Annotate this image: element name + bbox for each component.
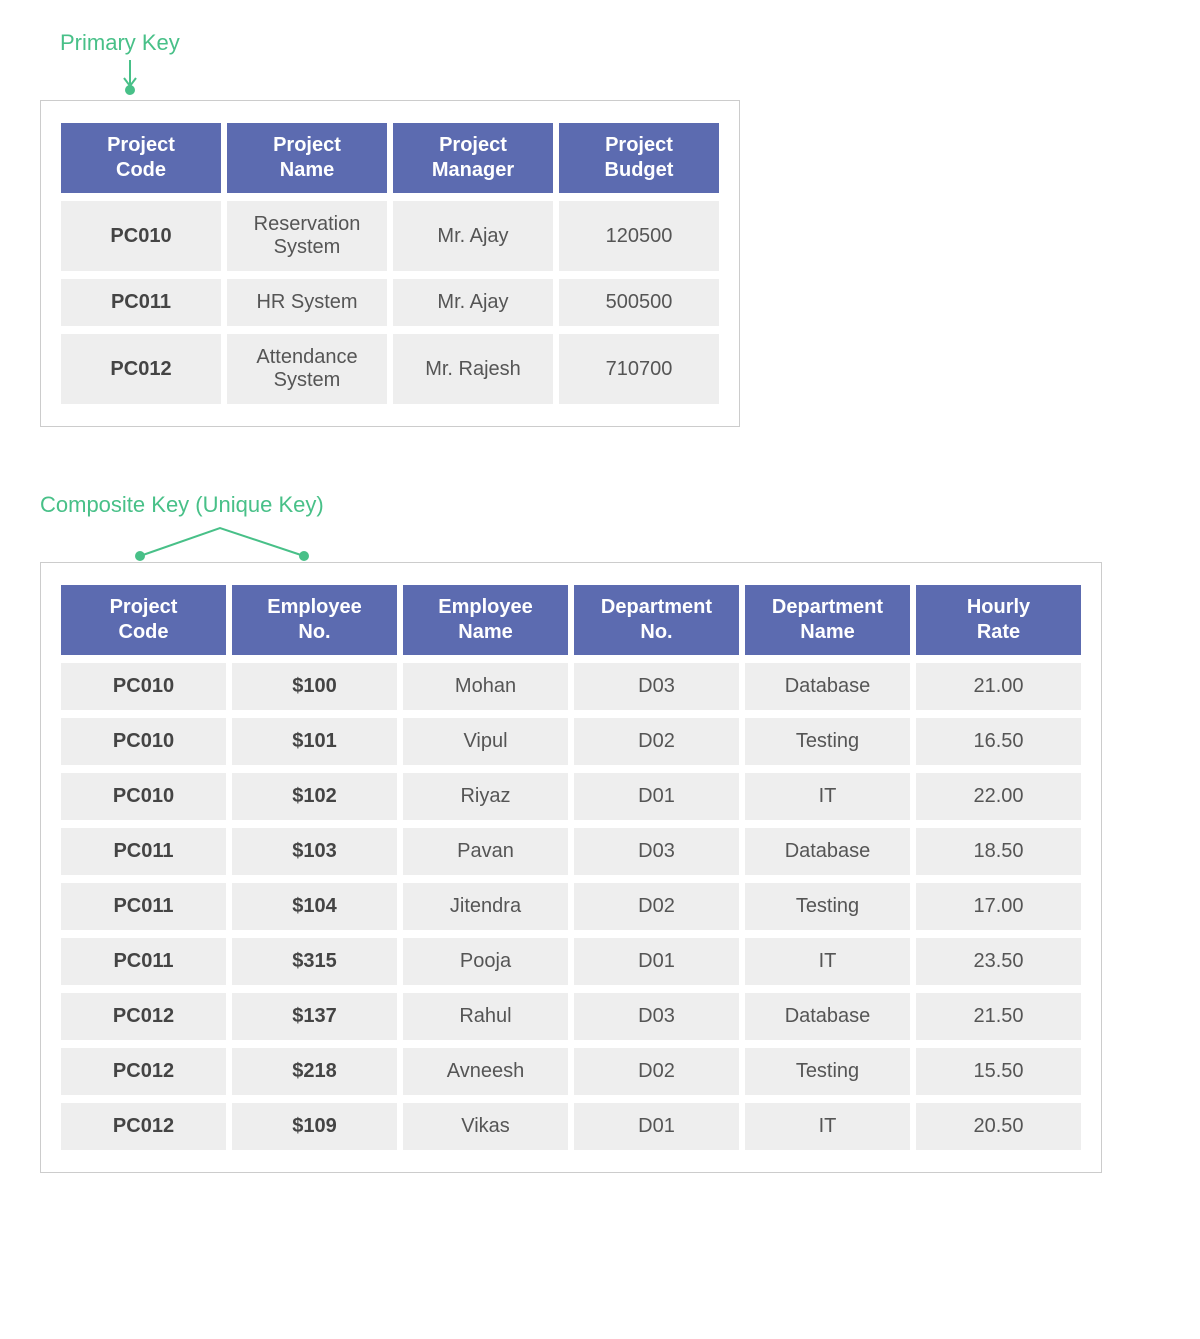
table-cell: 21.50	[916, 993, 1081, 1040]
table-row: PC012Attendance SystemMr. Rajesh710700	[61, 334, 719, 404]
table-cell: 17.00	[916, 883, 1081, 930]
table-cell: Testing	[745, 1048, 910, 1095]
table-cell: PC011	[61, 828, 226, 875]
table-cell: $101	[232, 718, 397, 765]
table-cell: D01	[574, 1103, 739, 1150]
table-cell: $109	[232, 1103, 397, 1150]
table-cell: PC012	[61, 334, 221, 404]
table-cell: Mr. Rajesh	[393, 334, 553, 404]
table-row: PC012$137RahulD03Database21.50	[61, 993, 1081, 1040]
table-cell: IT	[745, 773, 910, 820]
table-cell: 15.50	[916, 1048, 1081, 1095]
table-cell: Database	[745, 828, 910, 875]
table-cell: Vipul	[403, 718, 568, 765]
table-cell: Vikas	[403, 1103, 568, 1150]
table-header: ProjectBudget	[559, 123, 719, 193]
table-header: HourlyRate	[916, 585, 1081, 655]
table-header: ProjectManager	[393, 123, 553, 193]
table-header: ProjectName	[227, 123, 387, 193]
table-cell: Mohan	[403, 663, 568, 710]
table-cell: Avneesh	[403, 1048, 568, 1095]
table-cell: 20.50	[916, 1103, 1081, 1150]
table-cell: 500500	[559, 279, 719, 326]
table-cell: IT	[745, 938, 910, 985]
table-row: PC012$109VikasD01IT20.50	[61, 1103, 1081, 1150]
table-row: PC010Reservation SystemMr. Ajay120500	[61, 201, 719, 271]
composite-key-section: Composite Key (Unique Key) ProjectCodeEm…	[40, 492, 1160, 1178]
table-row: PC011$104JitendraD02Testing17.00	[61, 883, 1081, 930]
table-cell: D01	[574, 938, 739, 985]
table-cell: D03	[574, 828, 739, 875]
table-cell: D02	[574, 883, 739, 930]
employees-table: ProjectCodeEmployeeNo.EmployeeNameDepart…	[55, 577, 1087, 1158]
employees-table-wrap: ProjectCodeEmployeeNo.EmployeeNameDepart…	[40, 562, 1102, 1173]
table-cell: 120500	[559, 201, 719, 271]
composite-key-connector	[40, 522, 1160, 562]
table-row: PC011$315PoojaD01IT23.50	[61, 938, 1081, 985]
table-cell: PC010	[61, 201, 221, 271]
table-cell: PC010	[61, 718, 226, 765]
table-cell: 23.50	[916, 938, 1081, 985]
table-cell: Reservation System	[227, 201, 387, 271]
table-cell: $100	[232, 663, 397, 710]
table-cell: PC012	[61, 993, 226, 1040]
table-cell: PC012	[61, 1048, 226, 1095]
table-cell: PC010	[61, 663, 226, 710]
table-cell: PC012	[61, 1103, 226, 1150]
table-row: PC011$103PavanD03Database18.50	[61, 828, 1081, 875]
table-cell: PC011	[61, 279, 221, 326]
table-row: PC010$101VipulD02Testing16.50	[61, 718, 1081, 765]
table-cell: 16.50	[916, 718, 1081, 765]
table-header: DepartmentNo.	[574, 585, 739, 655]
table-cell: PC011	[61, 883, 226, 930]
projects-table: ProjectCodeProjectNameProjectManagerProj…	[55, 115, 725, 412]
table-cell: 18.50	[916, 828, 1081, 875]
table-cell: PC011	[61, 938, 226, 985]
table-cell: $218	[232, 1048, 397, 1095]
table-cell: 21.00	[916, 663, 1081, 710]
table-cell: 710700	[559, 334, 719, 404]
table-cell: Pavan	[403, 828, 568, 875]
table-cell: Mr. Ajay	[393, 279, 553, 326]
table-cell: $315	[232, 938, 397, 985]
table-row: PC012$218AvneeshD02Testing15.50	[61, 1048, 1081, 1095]
table-cell: D01	[574, 773, 739, 820]
table-cell: Rahul	[403, 993, 568, 1040]
table-cell: Pooja	[403, 938, 568, 985]
table-cell: Jitendra	[403, 883, 568, 930]
table-cell: PC010	[61, 773, 226, 820]
table-header: ProjectCode	[61, 585, 226, 655]
table-cell: 22.00	[916, 773, 1081, 820]
primary-key-connector	[40, 60, 1160, 100]
table-cell: Testing	[745, 883, 910, 930]
table-cell: Mr. Ajay	[393, 201, 553, 271]
table-cell: D02	[574, 718, 739, 765]
table-cell: Database	[745, 993, 910, 1040]
table-cell: $137	[232, 993, 397, 1040]
table-header: EmployeeName	[403, 585, 568, 655]
table-row: PC010$100MohanD03Database21.00	[61, 663, 1081, 710]
primary-key-label: Primary Key	[60, 30, 1160, 56]
projects-table-wrap: ProjectCodeProjectNameProjectManagerProj…	[40, 100, 740, 427]
table-cell: IT	[745, 1103, 910, 1150]
table-cell: $103	[232, 828, 397, 875]
table-row: PC011HR SystemMr. Ajay500500	[61, 279, 719, 326]
table-cell: Riyaz	[403, 773, 568, 820]
table-cell: Database	[745, 663, 910, 710]
table-header: ProjectCode	[61, 123, 221, 193]
table-cell: Testing	[745, 718, 910, 765]
table-cell: D03	[574, 663, 739, 710]
table-cell: D03	[574, 993, 739, 1040]
table-cell: HR System	[227, 279, 387, 326]
table-cell: $102	[232, 773, 397, 820]
composite-key-label: Composite Key (Unique Key)	[40, 492, 1160, 518]
table-header: DepartmentName	[745, 585, 910, 655]
table-cell: D02	[574, 1048, 739, 1095]
table-row: PC010$102RiyazD01IT22.00	[61, 773, 1081, 820]
primary-key-section: Primary Key ProjectCodeProjectNameProjec…	[40, 30, 1160, 432]
table-cell: Attendance System	[227, 334, 387, 404]
table-cell: $104	[232, 883, 397, 930]
table-header: EmployeeNo.	[232, 585, 397, 655]
